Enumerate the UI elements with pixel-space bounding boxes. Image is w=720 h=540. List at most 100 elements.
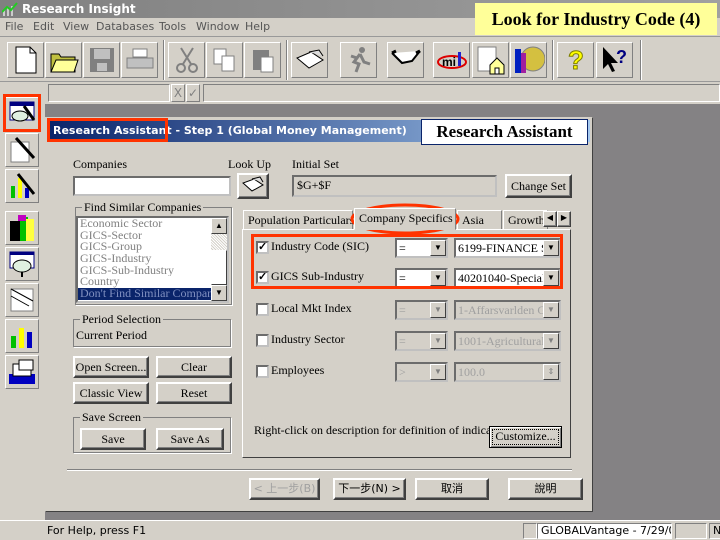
slide-title-annotation: Look for Industry Code (4) xyxy=(475,3,717,35)
chevron-down-icon[interactable]: ▼ xyxy=(543,333,559,349)
formula-cancel-button[interactable]: X xyxy=(171,84,185,102)
list-item[interactable]: GICS-Industry xyxy=(78,253,213,265)
menu-help[interactable]: Help xyxy=(245,20,270,33)
criteria-operator-select[interactable]: > ▼ xyxy=(395,362,448,382)
spin-buttons-icon[interactable]: ⇕ xyxy=(543,364,559,380)
list-item-selected[interactable]: Don't Find Similar Companies xyxy=(78,288,213,300)
back-button[interactable]: < 上一步(B) xyxy=(249,478,320,500)
menu-file[interactable]: File xyxy=(5,20,23,33)
next-button[interactable]: 下一步(N) > xyxy=(333,478,406,500)
context-help-button[interactable]: ? xyxy=(596,42,633,78)
callout-annotation: Research Assistant xyxy=(421,119,588,145)
status-num: NU xyxy=(709,523,720,539)
help-dialog-button[interactable]: 說明 xyxy=(508,478,583,500)
save-disk-icon xyxy=(89,48,114,72)
open-button[interactable] xyxy=(45,42,82,78)
criteria-value: 1001-Agricultural xyxy=(458,334,545,348)
scrollbar-track[interactable] xyxy=(211,234,227,250)
chevron-down-icon[interactable]: ▼ xyxy=(543,302,559,318)
open-screen-button[interactable]: Open Screen... xyxy=(73,356,149,378)
scroll-up-button[interactable]: ▲ xyxy=(211,218,227,234)
list-item[interactable]: GICS-Sub-Industry xyxy=(78,265,213,277)
chart-builder-button[interactable] xyxy=(5,169,39,203)
classic-view-button[interactable]: Classic View xyxy=(73,382,149,404)
initial-set-label: Initial Set xyxy=(292,157,339,171)
list-item[interactable]: GICS-Sector xyxy=(78,230,213,242)
lookup-globe-button[interactable] xyxy=(5,247,39,281)
find-similar-listbox[interactable]: Economic Sector GICS-Sector GICS-Group G… xyxy=(76,216,229,303)
card-file-button[interactable] xyxy=(5,355,39,389)
menu-window[interactable]: Window xyxy=(196,20,239,33)
criteria-label[interactable]: Industry Sector xyxy=(271,332,345,347)
menu-view[interactable]: View xyxy=(63,20,89,33)
tab-growth[interactable]: Growth xyxy=(503,210,548,230)
scrollbar-thumb[interactable] xyxy=(211,250,227,285)
formula-input[interactable] xyxy=(203,84,720,102)
chevron-down-icon[interactable]: ▼ xyxy=(430,302,446,318)
chevron-down-icon[interactable]: ▼ xyxy=(430,333,446,349)
save-as-button[interactable]: Save As xyxy=(156,428,224,450)
criteria-operator-select[interactable]: = ▼ xyxy=(395,300,448,320)
lookup-button[interactable] xyxy=(291,42,328,78)
lookup-button[interactable] xyxy=(237,173,269,199)
cell-reference-field[interactable] xyxy=(48,84,170,102)
list-item[interactable]: Country xyxy=(78,276,213,288)
scroll-down-button[interactable]: ▼ xyxy=(211,285,227,301)
criteria-value: 100.0 xyxy=(458,365,485,379)
paste-clipboard-icon xyxy=(252,50,273,73)
cut-button[interactable] xyxy=(168,42,205,78)
report-writer-button[interactable] xyxy=(5,283,39,317)
paste-button[interactable] xyxy=(244,42,281,78)
report-builder-button[interactable] xyxy=(5,133,39,167)
handshake-button[interactable] xyxy=(387,42,424,78)
company-button[interactable] xyxy=(5,211,39,245)
print-button[interactable] xyxy=(121,42,158,78)
new-button[interactable] xyxy=(7,42,44,78)
formula-accept-button[interactable]: ✓ xyxy=(186,84,200,102)
help-button[interactable]: ? xyxy=(557,42,594,78)
chart-button[interactable] xyxy=(5,319,39,353)
save-button[interactable] xyxy=(83,42,120,78)
clear-button[interactable]: Clear xyxy=(156,356,232,378)
reset-button[interactable]: Reset xyxy=(156,382,232,404)
change-set-button[interactable]: Change Set xyxy=(505,174,572,198)
customize-button[interactable]: Customize... xyxy=(489,426,562,448)
save-screen-button[interactable]: Save xyxy=(80,428,146,450)
criteria-checkbox[interactable] xyxy=(256,365,269,378)
criteria-checkbox[interactable] xyxy=(256,303,269,316)
menu-databases[interactable]: Databases xyxy=(96,20,154,33)
tab-scroll-right-button[interactable]: ▶ xyxy=(557,211,571,227)
run-button[interactable] xyxy=(340,42,377,78)
chevron-down-icon[interactable]: ▼ xyxy=(430,364,446,380)
report-books-button[interactable] xyxy=(510,42,547,78)
tab-company-specifics[interactable]: Company Specifics xyxy=(354,208,456,230)
save-screen-label: Save Screen xyxy=(80,410,143,425)
app-logo-icon xyxy=(2,2,18,16)
handshake-icon xyxy=(390,49,421,65)
document-home-button[interactable] xyxy=(472,42,509,78)
tab-asia[interactable]: Asia xyxy=(457,210,502,230)
criteria-label[interactable]: Local Mkt Index xyxy=(271,301,352,316)
printer-icon xyxy=(126,48,153,69)
list-item[interactable]: Economic Sector xyxy=(78,218,213,230)
criteria-value-select[interactable]: 100.0 ⇕ xyxy=(454,362,561,382)
svg-text:mi: mi xyxy=(442,55,456,69)
criteria-operator-select[interactable]: = ▼ xyxy=(395,331,448,351)
criteria-label[interactable]: Employees xyxy=(271,363,324,378)
companies-input[interactable] xyxy=(73,176,231,196)
mi-button[interactable]: mi xyxy=(433,42,470,78)
criteria-value-select[interactable]: 1-Affarsvarlden Ge ▼ xyxy=(454,300,561,320)
criteria-checkbox[interactable] xyxy=(256,334,269,347)
copy-button[interactable] xyxy=(206,42,243,78)
cancel-button[interactable]: 取消 xyxy=(415,478,489,500)
open-folder-icon xyxy=(49,53,79,73)
list-item[interactable]: GICS-Group xyxy=(78,241,213,253)
criteria-highlight-annotation xyxy=(251,234,563,289)
tab-population-particulars[interactable]: Population Particulars xyxy=(243,210,354,230)
card-file-icon xyxy=(9,359,35,384)
criteria-value-select[interactable]: 1001-Agricultural ▼ xyxy=(454,331,561,351)
tab-scroll-left-button[interactable]: ◀ xyxy=(543,211,557,227)
menu-edit[interactable]: Edit xyxy=(33,20,54,33)
document-house-icon xyxy=(477,46,504,75)
menu-tools[interactable]: Tools xyxy=(159,20,186,33)
